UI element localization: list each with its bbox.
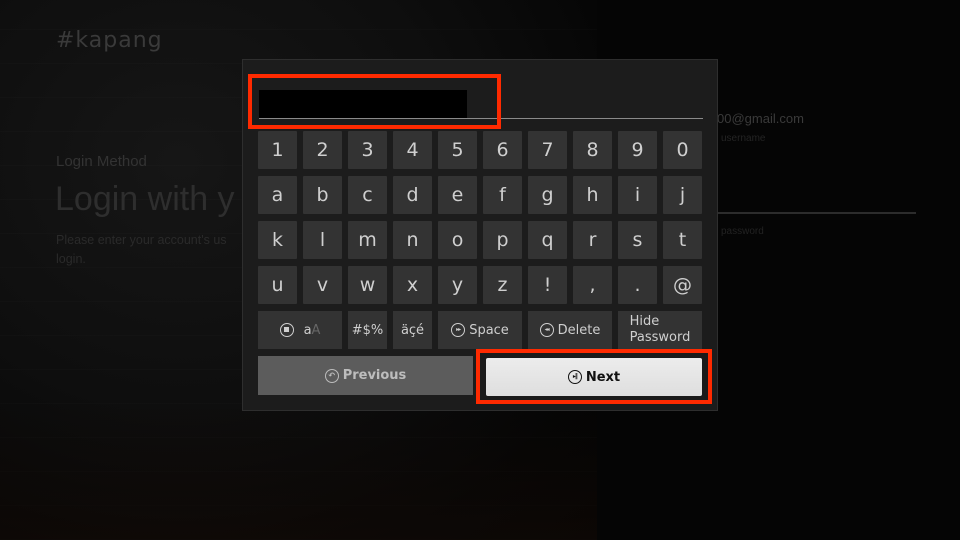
play-pause-icon [567,370,582,384]
hide-password-key[interactable]: Hide Password [618,311,702,349]
key-u[interactable]: u [258,266,297,304]
key-a[interactable]: a [258,176,297,214]
key-4[interactable]: 4 [393,131,432,169]
onscreen-keyboard-dialog: 1 2 3 4 5 6 7 8 9 0 a b c d e f g h i j k l m n o p q r s t u v w x y z!,. @… [242,59,718,411]
key-k[interactable]: k [258,221,297,259]
key-x[interactable]: x [393,266,432,304]
key-b[interactable]: b [303,176,342,214]
key-5[interactable]: 5 [438,131,477,169]
accents-key[interactable]: äçé [393,311,432,349]
key-y[interactable]: y [438,266,477,304]
login-method-label: Login Method [56,153,147,170]
login-description: Please enter your account's us login. [56,231,256,269]
input-highlight-box [248,74,501,129]
key-d[interactable]: d [393,176,432,214]
symbols-key[interactable]: #$% [348,311,387,349]
key-3[interactable]: 3 [348,131,387,169]
login-title: Login with y [55,180,235,218]
stop-button-icon [279,323,294,337]
space-key[interactable]: Space [438,311,522,349]
key-w[interactable]: w [348,266,387,304]
previous-button-label: Previous [342,368,407,383]
next-button-label: Next [585,369,621,385]
key-h[interactable]: h [573,176,612,214]
key-r[interactable]: r [573,221,612,259]
key-s[interactable]: s [618,221,657,259]
key-symbol-7[interactable]: , [573,266,612,304]
hide-password-line1: Hide [629,314,660,329]
next-button-highlight: Next [476,349,712,404]
rewind-icon [539,323,554,337]
key-f[interactable]: f [483,176,522,214]
delete-key[interactable]: Delete [528,311,612,349]
login-description-line1: Please enter your account's us [56,233,227,247]
key-t[interactable]: t [663,221,702,259]
uppercase-label: A [311,322,321,338]
hide-password-line2: Password [629,330,691,345]
key-0[interactable]: 0 [663,131,702,169]
key-8[interactable]: 8 [573,131,612,169]
key-i[interactable]: i [618,176,657,214]
key-9[interactable]: 9 [618,131,657,169]
key-g[interactable]: g [528,176,567,214]
username-field-value: 00@gmail.com [717,111,804,126]
key-q[interactable]: q [528,221,567,259]
key-p[interactable]: p [483,221,522,259]
key-6[interactable]: 6 [483,131,522,169]
case-toggle-key[interactable]: aA [258,311,342,349]
login-description-line2: login. [56,252,86,266]
key-symbol-9[interactable]: @ [663,266,702,304]
key-o[interactable]: o [438,221,477,259]
password-label: password [721,226,764,237]
username-label: username [721,133,766,144]
key-l[interactable]: l [303,221,342,259]
key-7[interactable]: 7 [528,131,567,169]
key-2[interactable]: 2 [303,131,342,169]
app-logo: #kapang [56,28,163,53]
password-field-underline [717,212,916,214]
key-e[interactable]: e [438,176,477,214]
key-j[interactable]: j [663,176,702,214]
key-c[interactable]: c [348,176,387,214]
key-symbol-8[interactable]: . [618,266,657,304]
previous-button[interactable]: Previous [258,356,473,395]
lowercase-label: a [303,322,312,338]
next-button[interactable]: Next [486,358,702,396]
key-n[interactable]: n [393,221,432,259]
key-z[interactable]: z [483,266,522,304]
key-symbol-6[interactable]: ! [528,266,567,304]
key-v[interactable]: v [303,266,342,304]
key-m[interactable]: m [348,221,387,259]
key-1[interactable]: 1 [258,131,297,169]
space-key-label: Space [469,322,509,338]
back-icon [324,368,339,383]
fast-forward-icon [451,323,466,337]
delete-key-label: Delete [557,322,601,338]
